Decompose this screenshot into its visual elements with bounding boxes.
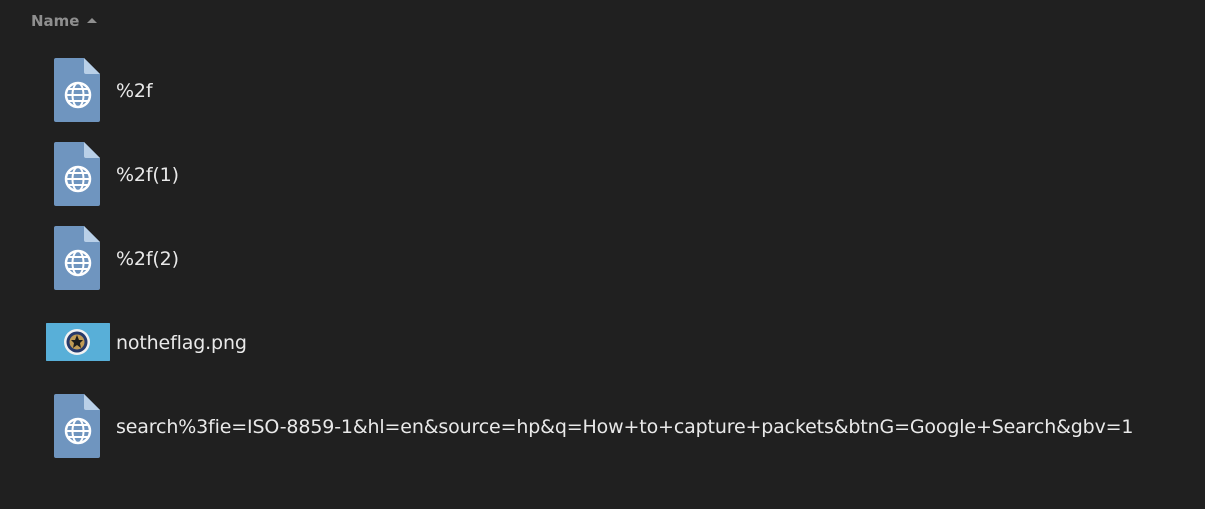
file-row-2f-2[interactable]: %2f(2) <box>0 226 1205 310</box>
file-name: notheflag.png <box>116 332 247 354</box>
name-column-label: Name <box>31 12 80 30</box>
seal-icon <box>46 323 110 361</box>
name-column-header[interactable]: Name <box>31 10 98 32</box>
file-row-2f[interactable]: %2f <box>0 58 1205 142</box>
html-document-icon <box>54 226 100 290</box>
file-row-notheflag[interactable]: notheflag.png <box>0 310 1205 394</box>
image-thumbnail-icon <box>46 323 110 361</box>
html-document-icon <box>54 142 100 206</box>
file-name: %2f <box>116 80 153 102</box>
file-row-search-query[interactable]: search%3fie=ISO-8859-1&hl=en&source=hp&q… <box>0 394 1205 478</box>
file-list: Name %2f %2f(1) %2f(2) notheflag.png sea… <box>0 0 1205 509</box>
sort-ascending-icon <box>87 18 98 23</box>
file-row-2f-1[interactable]: %2f(1) <box>0 142 1205 226</box>
file-name: search%3fie=ISO-8859-1&hl=en&source=hp&q… <box>116 416 1134 438</box>
html-document-icon <box>54 58 100 122</box>
html-document-icon <box>54 394 100 458</box>
file-name: %2f(1) <box>116 164 179 186</box>
file-name: %2f(2) <box>116 248 179 270</box>
